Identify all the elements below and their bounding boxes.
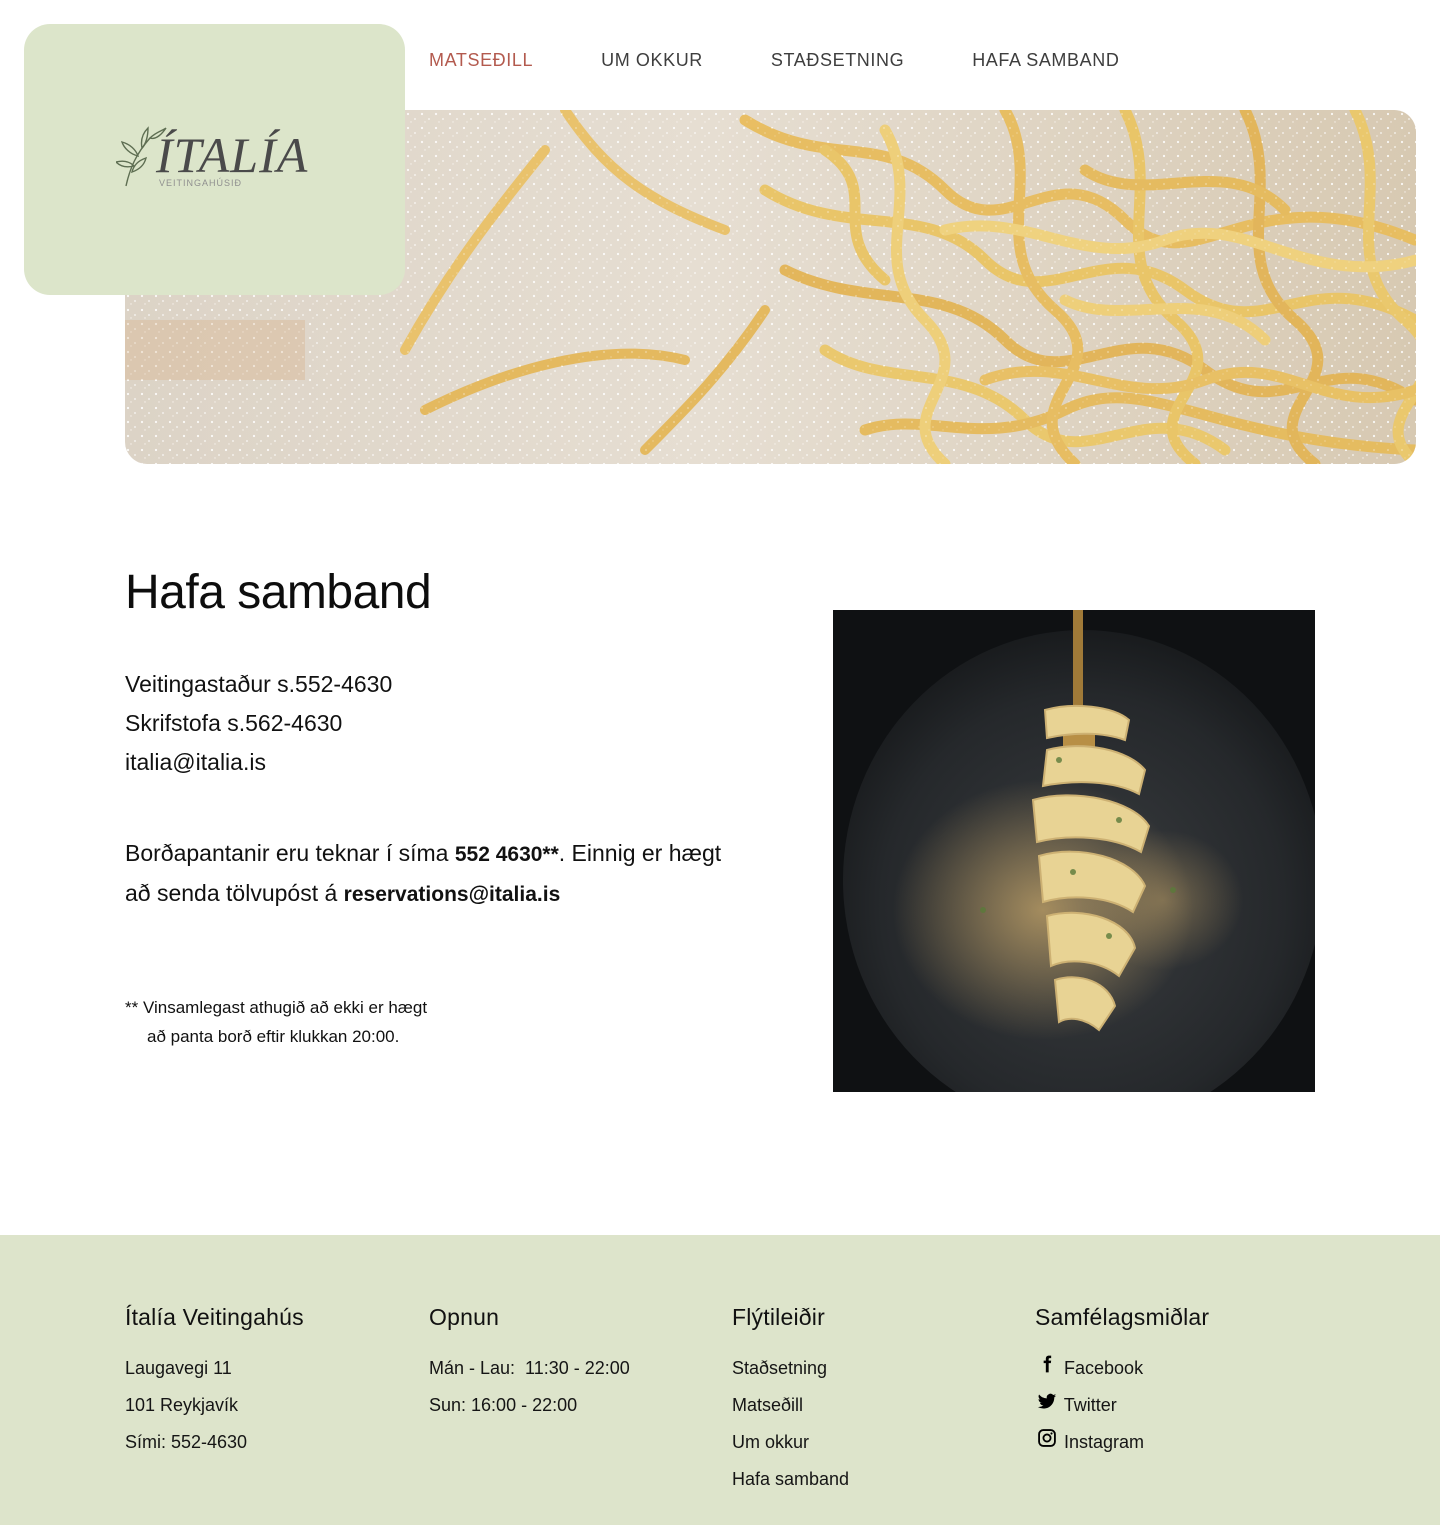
social-link-instagram[interactable]: Instagram bbox=[1035, 1424, 1209, 1461]
office-phone: Skrifstofa s.562-4630 bbox=[125, 710, 343, 736]
footer-hours: Opnun Mán - Lau: 11:30 - 22:00 Sun: 16:0… bbox=[429, 1301, 630, 1424]
footer-hours-weekdays: Mán - Lau: 11:30 - 22:00 bbox=[429, 1358, 630, 1378]
reservation-text-before: Borðapantanir eru teknar í síma bbox=[125, 840, 455, 866]
nav-item-um-okkur[interactable]: UM OKKUR bbox=[601, 46, 703, 74]
footer-link-hafa-samband[interactable]: Hafa samband bbox=[732, 1461, 849, 1498]
site-footer: Ítalía Veitingahús Laugavegi 11 101 Reyk… bbox=[0, 1235, 1440, 1525]
social-label-instagram: Instagram bbox=[1064, 1432, 1145, 1452]
footer-link-stadsetning[interactable]: Staðsetning bbox=[732, 1350, 849, 1387]
page-title: Hafa samband bbox=[125, 566, 432, 619]
logo[interactable]: ÍTALÍA VEITINGAHÚSIÐ bbox=[116, 124, 316, 194]
social-link-twitter[interactable]: Twitter bbox=[1035, 1387, 1209, 1424]
instagram-icon bbox=[1035, 1426, 1059, 1450]
footer-address-city: 101 Reykjavík bbox=[125, 1395, 239, 1415]
footer-hours-sunday: Sun: 16:00 - 22:00 bbox=[429, 1395, 578, 1415]
footer-about-heading: Ítalía Veitingahús bbox=[125, 1304, 304, 1330]
footnote-line-2: að panta borð eftir klukkan 20:00. bbox=[147, 1027, 400, 1046]
social-link-facebook[interactable]: Facebook bbox=[1035, 1350, 1209, 1387]
footer-links-heading: Flýtileiðir bbox=[732, 1304, 825, 1330]
nav-item-matsedill[interactable]: MATSEÐILL bbox=[429, 46, 533, 74]
facebook-icon bbox=[1035, 1352, 1059, 1376]
reservation-phone: 552 4630** bbox=[454, 843, 559, 866]
nav-item-hafa-samband[interactable]: HAFA SAMBAND bbox=[972, 46, 1119, 74]
main-nav: MATSEÐILL UM OKKUR STAÐSETNING HAFA SAMB… bbox=[429, 46, 1119, 74]
restaurant-phone: Veitingastaður s.552-4630 bbox=[125, 671, 393, 697]
footer-address-street: Laugavegi 11 bbox=[125, 1358, 232, 1378]
footnote-line-1: ** Vinsamlegast athugið að ekki er hægt bbox=[125, 998, 428, 1017]
twitter-icon bbox=[1035, 1389, 1059, 1413]
reservation-footnote: ** Vinsamlegast athugið að ekki er hægt … bbox=[125, 993, 545, 1051]
social-label-twitter: Twitter bbox=[1063, 1395, 1117, 1415]
logo-wordmark: ÍTALÍA bbox=[156, 127, 309, 183]
contact-email[interactable]: italia@italia.is bbox=[125, 743, 725, 782]
footer-social: Samfélagsmiðlar Facebook Twitter Instagr… bbox=[1035, 1301, 1209, 1461]
footer-link-matsedill[interactable]: Matseðill bbox=[732, 1387, 849, 1424]
footer-links: Flýtileiðir Staðsetning Matseðill Um okk… bbox=[732, 1301, 849, 1498]
social-label-facebook: Facebook bbox=[1064, 1358, 1144, 1378]
logo-tagline: VEITINGAHÚSIÐ bbox=[159, 178, 243, 188]
contact-info: Veitingastaður s.552-4630 Skrifstofa s.5… bbox=[125, 665, 725, 782]
footer-link-um-okkur[interactable]: Um okkur bbox=[732, 1424, 849, 1461]
footer-social-heading: Samfélagsmiðlar bbox=[1035, 1304, 1210, 1330]
footer-about: Ítalía Veitingahús Laugavegi 11 101 Reyk… bbox=[125, 1301, 304, 1461]
footer-hours-heading: Opnun bbox=[429, 1304, 500, 1330]
reservation-text: Borðapantanir eru teknar í síma 552 4630… bbox=[125, 834, 725, 914]
footer-phone: Sími: 552-4630 bbox=[125, 1432, 248, 1452]
nav-item-stadsetning[interactable]: STAÐSETNING bbox=[771, 46, 904, 74]
logo-panel: ÍTALÍA VEITINGAHÚSIÐ bbox=[24, 24, 405, 295]
reservation-email[interactable]: reservations@italia.is bbox=[344, 883, 561, 906]
pasta-fork-image bbox=[833, 610, 1315, 1092]
